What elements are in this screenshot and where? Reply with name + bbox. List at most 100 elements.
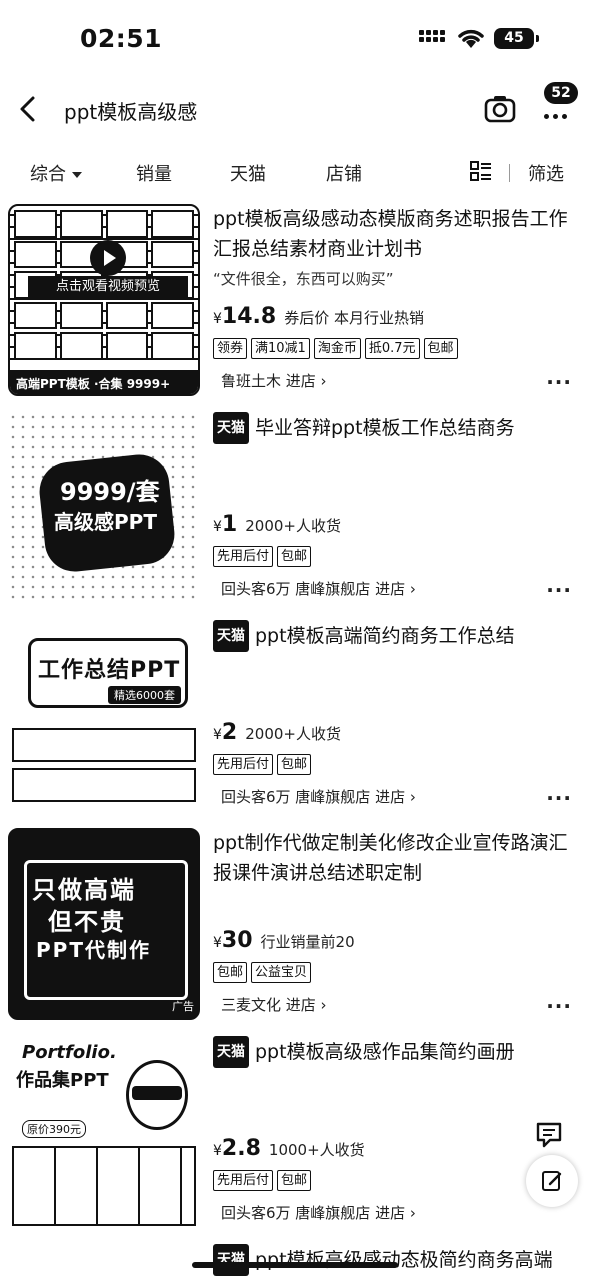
shop-link[interactable]: 回头客6万 唐峰旗舰店 进店 › [221, 578, 416, 599]
shop-link[interactable]: 回头客6万 唐峰旗舰店 进店 › [221, 1202, 416, 1223]
ad-label: 广告 [172, 1000, 194, 1013]
product-title[interactable]: ppt模板高级感动态模版商务述职报告工作汇报总结素材商业计划书 [213, 204, 578, 264]
play-icon[interactable] [90, 240, 126, 276]
chat-bubble-icon[interactable] [534, 1120, 564, 1150]
product-title-text: ppt模板高端简约商务工作总结 [255, 625, 515, 647]
more-options-button[interactable]: ··· [546, 370, 572, 394]
sales-count: 2000+人收货 [245, 517, 341, 535]
product-thumbnail[interactable]: 只做高端 但不贵 PPT代制作 广告 [8, 828, 200, 1020]
price-row: ¥2 2000+人收货 [213, 720, 341, 745]
more-dots-icon [544, 114, 567, 119]
currency-symbol: ¥ [213, 519, 222, 535]
tab-tmall[interactable]: 天猫 [230, 160, 266, 186]
tag-free-shipping: 包邮 [277, 754, 312, 775]
search-header: ppt模板高级感 52 [0, 80, 590, 142]
back-arrow-icon[interactable] [14, 92, 44, 126]
thumb-caption: PPT代制作 [36, 938, 151, 962]
thumb-caption: 作品集PPT [16, 1070, 109, 1091]
price: 1 [221, 512, 238, 537]
thumb-caption: 只做高端 [32, 876, 136, 904]
price-row: ¥14.8 券后价 本月行业热销 [213, 304, 424, 329]
feedback-button[interactable] [526, 1155, 578, 1207]
more-options-button[interactable]: ··· [546, 786, 572, 810]
thumb-pill: 精选6000套 [108, 686, 181, 704]
promo-tags: 先用后付 包邮 [213, 754, 312, 775]
status-time: 02:51 [80, 24, 163, 53]
product-title[interactable]: 天猫 毕业答辩ppt模板工作总结商务 [213, 412, 578, 444]
product-thumbnail[interactable]: 点击观看视频预览 高端PPT模板 ·合集 9999+ [8, 204, 200, 396]
thumb-caption: 9999/套 [60, 478, 160, 506]
shop-link[interactable]: 鲁班土木 进店 › [221, 370, 327, 391]
thumb-price-tag: 原价390元 [22, 1120, 86, 1138]
sort-filter-bar: 综合 销量 天猫 店铺 筛选 [0, 152, 590, 192]
battery-icon: 45 [494, 28, 539, 49]
thumb-banner: 高端PPT模板 ·合集 9999+ [10, 372, 198, 394]
tag-discount: 满10减1 [251, 338, 310, 359]
tag-free-shipping: 包邮 [423, 338, 458, 359]
currency-symbol: ¥ [213, 311, 222, 327]
more-options-button[interactable]: ··· [546, 578, 572, 602]
tab-label: 综合 [30, 164, 66, 185]
product-title[interactable]: 天猫 ppt模板高端简约商务工作总结 [213, 620, 578, 652]
tab-sales[interactable]: 销量 [136, 160, 172, 186]
promo-tags: 包邮 公益宝贝 [213, 962, 312, 983]
review-quote: “文件很全，东西可以购买” [213, 270, 394, 288]
product-title[interactable]: 天猫 ppt模板高级感作品集简约画册 [213, 1036, 578, 1068]
thumb-caption: 点击观看视频预览 [28, 276, 188, 298]
shop-link[interactable]: 回头客6万 唐峰旗舰店 进店 › [221, 786, 416, 807]
shop-link[interactable]: 三麦文化 进店 › [221, 994, 327, 1015]
price-row: ¥30 行业销量前20 [213, 928, 355, 953]
currency-symbol: ¥ [213, 935, 222, 951]
price-note: 行业销量前20 [260, 933, 355, 951]
promo-tags: 先用后付 包邮 [213, 546, 312, 567]
edit-note-icon [542, 1171, 562, 1191]
tmall-badge: 天猫 [213, 1244, 249, 1276]
camera-icon[interactable] [484, 94, 516, 124]
search-query[interactable]: ppt模板高级感 [64, 96, 197, 125]
price: 2.8 [221, 1136, 261, 1161]
tmall-badge: 天猫 [213, 1036, 249, 1068]
product-thumbnail[interactable]: Portfolio. 作品集PPT 原价390元 [8, 1036, 200, 1228]
product-title[interactable]: 天猫 ppt模板高级感动态极简约商务高端 [213, 1244, 578, 1276]
tag-pay-later: 先用后付 [213, 546, 274, 567]
message-count-badge: 52 [544, 82, 578, 104]
thumb-caption: 工作总结PPT [38, 658, 181, 683]
list-layout-icon[interactable] [470, 160, 492, 182]
currency-symbol: ¥ [213, 1143, 222, 1159]
sales-count: 1000+人收货 [268, 1141, 365, 1159]
sales-count: 2000+人收货 [245, 725, 341, 743]
product-thumbnail[interactable]: 工作总结PPT 精选6000套 [8, 620, 200, 812]
tmall-badge: 天猫 [213, 620, 249, 652]
product-thumbnail[interactable]: 9999/套 高级感PPT [8, 412, 200, 604]
status-bar: 02:51 45 [0, 0, 590, 80]
tag-free-shipping: 包邮 [277, 1170, 312, 1191]
tag-charity: 公益宝贝 [251, 962, 312, 983]
tmall-badge: 天猫 [213, 412, 249, 444]
price: 14.8 [221, 304, 277, 329]
price-note: 券后价 本月行业热销 [284, 309, 424, 327]
tag-coupon[interactable]: 领券 [213, 338, 248, 359]
thumb-caption: 高级感PPT [54, 510, 157, 534]
tab-comprehensive[interactable]: 综合 [30, 160, 82, 186]
price-row: ¥1 2000+人收货 [213, 512, 341, 537]
tag-taojinbi: 淘金币 [313, 338, 361, 359]
price: 30 [221, 928, 253, 953]
tab-stores[interactable]: 店铺 [326, 160, 362, 186]
tag-free-shipping: 包邮 [213, 962, 248, 983]
tag-deduct: 抵0.7元 [364, 338, 420, 359]
product-thumbnail[interactable] [8, 1244, 200, 1280]
price: 2 [221, 720, 238, 745]
thumb-caption: Portfolio. [22, 1042, 117, 1063]
tab-filter[interactable]: 筛选 [528, 160, 564, 186]
caret-down-icon [72, 172, 82, 178]
wifi-icon [458, 29, 484, 48]
product-title-text: 毕业答辩ppt模板工作总结商务 [255, 417, 515, 439]
home-indicator [192, 1262, 398, 1268]
more-options-button[interactable]: ··· [546, 994, 572, 1018]
tab-divider [509, 164, 510, 182]
tag-pay-later: 先用后付 [213, 754, 274, 775]
price-row: ¥2.8 1000+人收货 [213, 1136, 365, 1161]
product-title[interactable]: ppt制作代做定制美化修改企业宣传路演汇报课件演讲总结述职定制 [213, 828, 578, 888]
tag-free-shipping: 包邮 [277, 546, 312, 567]
promo-tags: 先用后付 包邮 [213, 1170, 312, 1191]
